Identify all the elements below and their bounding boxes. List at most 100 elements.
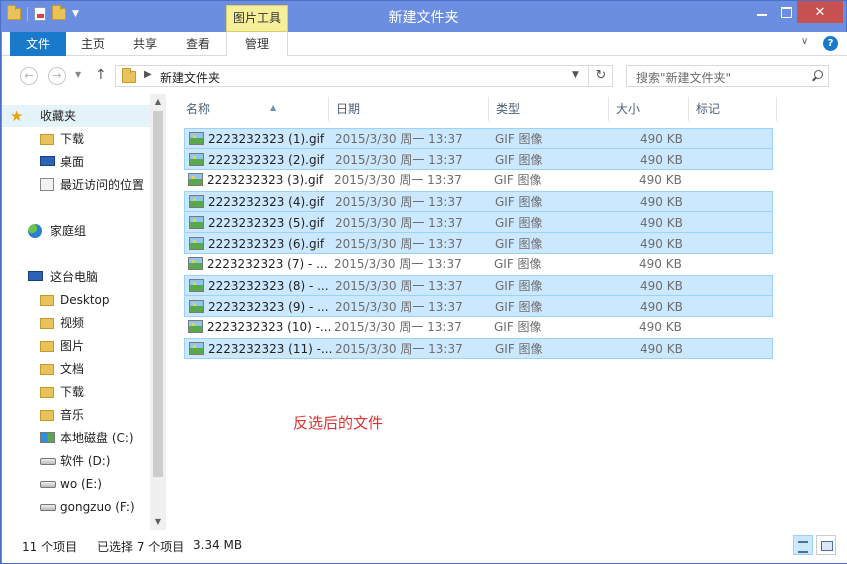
table-row[interactable]: 2223232323 (4).gif 2015/3/30 周一 13:37 GIF … xyxy=(184,191,773,212)
maximize-button[interactable] xyxy=(775,1,797,23)
expand-ribbon-chevron-icon[interactable]: ∨ xyxy=(801,36,808,47)
tab-manage[interactable]: 管理 xyxy=(226,32,288,57)
table-row[interactable]: 2223232323 (3).gif 2015/3/30 周一 13:37 GIF … xyxy=(184,170,773,191)
tab-view[interactable]: 查看 xyxy=(172,32,224,56)
drive-icon xyxy=(40,504,56,511)
file-date: 2015/3/30 周一 13:37 xyxy=(335,300,463,314)
table-row[interactable]: 2223232323 (9) - ... 2015/3/30 周一 13:37 GI… xyxy=(184,296,773,317)
column-header-size[interactable]: 大小 xyxy=(616,97,686,121)
sidebar-item[interactable]: gongzuo (F:) xyxy=(2,496,150,518)
column-header-tags[interactable]: 标记 xyxy=(696,97,774,121)
folder-icon xyxy=(40,295,54,306)
computer-icon xyxy=(28,271,43,281)
table-row[interactable]: 2223232323 (5).gif 2015/3/30 周一 13:37 GIF … xyxy=(184,212,773,233)
large-icons-view-button[interactable] xyxy=(816,535,836,555)
window-title: 新建文件夹 xyxy=(1,7,846,27)
file-name: 2223232323 (1).gif xyxy=(208,132,325,146)
sidebar-item[interactable]: 这台电脑 xyxy=(2,266,150,288)
table-row[interactable]: 2223232323 (7) - ... 2015/3/30 周一 13:37 GI… xyxy=(184,254,773,275)
sidebar-item[interactable]: 视频 xyxy=(2,312,150,334)
gif-image-icon xyxy=(189,300,204,313)
column-divider[interactable] xyxy=(328,97,329,121)
column-header-type[interactable]: 类型 xyxy=(496,97,606,121)
search-box[interactable]: 搜索"新建文件夹" xyxy=(626,65,829,87)
forward-button[interactable]: → xyxy=(48,67,66,85)
file-type: GIF 图像 xyxy=(495,342,543,356)
file-date: 2015/3/30 周一 13:37 xyxy=(334,320,462,334)
file-date: 2015/3/30 周一 13:37 xyxy=(335,237,463,251)
table-row[interactable]: 2223232323 (2).gif 2015/3/30 周一 13:37 GIF … xyxy=(184,149,773,170)
file-size: 490 KB xyxy=(639,320,682,334)
file-date: 2015/3/30 周一 13:37 xyxy=(335,153,463,167)
column-divider[interactable] xyxy=(776,97,777,121)
sidebar-item[interactable]: 文档 xyxy=(2,358,150,380)
sidebar-item[interactable]: 家庭组 xyxy=(2,220,150,242)
navigation-pane: ★ 收藏夹 下载 桌面 最近访问的位置 家庭组 这台电脑 Desktop 视频 图片 文档 下载 音乐本… xyxy=(2,94,150,530)
sidebar-item[interactable]: 桌面 xyxy=(2,151,150,173)
tab-file[interactable]: 文件 xyxy=(10,32,66,56)
file-date: 2015/3/30 周一 13:37 xyxy=(335,132,463,146)
gif-image-icon xyxy=(189,195,204,208)
sidebar-item[interactable]: 最近访问的位置 xyxy=(2,174,150,196)
tab-home[interactable]: 主页 xyxy=(68,32,118,56)
column-header-date[interactable]: 日期 xyxy=(336,97,486,121)
table-row[interactable]: 2223232323 (8) - ... 2015/3/30 周一 13:37 GI… xyxy=(184,275,773,296)
selection-count: 已选择 7 个项目 xyxy=(97,540,185,554)
sidebar-item-label: gongzuo (F:) xyxy=(60,500,135,514)
customize-toolbar-chevron-icon[interactable]: ▼ xyxy=(72,9,79,19)
star-icon: ★ xyxy=(10,107,24,125)
sidebar-item[interactable]: Desktop xyxy=(2,289,150,311)
scroll-up-arrow-icon[interactable]: ▲ xyxy=(150,94,166,110)
search-input[interactable]: 搜索"新建文件夹" xyxy=(636,69,731,86)
refresh-icon[interactable]: ↻ xyxy=(588,66,613,86)
address-history-chevron-icon[interactable]: ▼ xyxy=(572,70,579,80)
sidebar-item[interactable]: wo (E:) xyxy=(2,473,150,495)
file-type: GIF 图像 xyxy=(495,300,543,314)
sidebar-item[interactable]: 软件 (D:) xyxy=(2,450,150,472)
sidebar-item-label: 文档 xyxy=(60,362,85,376)
sidebar-item-label: 音乐 xyxy=(60,408,85,422)
sidebar-item[interactable]: 本地磁盘 (C:) xyxy=(2,427,150,449)
properties-icon[interactable] xyxy=(34,7,46,21)
search-icon[interactable] xyxy=(809,68,825,84)
folder-icon xyxy=(122,68,136,83)
help-icon[interactable]: ? xyxy=(823,36,838,51)
column-divider[interactable] xyxy=(608,97,609,121)
table-row[interactable]: 2223232323 (1).gif 2015/3/30 周一 13:37 GIF … xyxy=(184,128,773,149)
toolbar-separator xyxy=(27,7,28,21)
tab-share[interactable]: 共享 xyxy=(120,32,170,56)
gif-image-icon xyxy=(188,257,203,270)
details-view-button[interactable] xyxy=(793,535,813,555)
folder-icon[interactable] xyxy=(7,5,21,20)
up-arrow-icon[interactable]: ↑ xyxy=(95,67,107,83)
column-divider[interactable] xyxy=(488,97,489,121)
navigation-scrollbar[interactable]: ▲ ▼ xyxy=(150,94,166,530)
gif-image-icon xyxy=(188,173,203,186)
table-row[interactable]: 2223232323 (11) -... 2015/3/30 周一 13:37 GI… xyxy=(184,338,773,359)
table-row[interactable]: 2223232323 (6).gif 2015/3/30 周一 13:37 GIF … xyxy=(184,233,773,254)
sidebar-item[interactable]: 音乐 xyxy=(2,404,150,426)
address-bar[interactable]: ▶ 新建文件夹 ▼ ↻ xyxy=(115,65,613,87)
column-divider[interactable] xyxy=(688,97,689,121)
minimize-button[interactable] xyxy=(749,1,775,23)
sidebar-item[interactable]: 下载 xyxy=(2,128,150,150)
new-folder-icon[interactable] xyxy=(52,5,66,20)
sidebar-item[interactable]: 下载 xyxy=(2,381,150,403)
table-row[interactable]: 2223232323 (10) -... 2015/3/30 周一 13:37 GI… xyxy=(184,317,773,338)
scrollbar-thumb[interactable] xyxy=(153,111,163,477)
file-name: 2223232323 (8) - ... xyxy=(208,279,329,293)
breadcrumb[interactable]: 新建文件夹 xyxy=(160,69,220,86)
file-name: 2223232323 (5).gif xyxy=(208,216,325,230)
recent-locations-chevron-icon[interactable]: ▼ xyxy=(75,70,81,79)
close-button[interactable] xyxy=(797,1,843,23)
file-type: GIF 图像 xyxy=(495,132,543,146)
file-name: 2223232323 (2).gif xyxy=(208,153,325,167)
breadcrumb-chevron-icon[interactable]: ▶ xyxy=(144,69,152,80)
sidebar-item[interactable]: 图片 xyxy=(2,335,150,357)
back-button[interactable]: ← xyxy=(20,67,38,85)
title-bar[interactable]: ▼ 图片工具 新建文件夹 xyxy=(1,1,846,32)
column-header-name[interactable]: 名称 ▲ xyxy=(186,97,326,121)
sidebar-item[interactable]: ★ 收藏夹 xyxy=(2,105,150,127)
scroll-down-arrow-icon[interactable]: ▼ xyxy=(150,514,166,530)
ribbon: 文件 主页 共享 查看 管理 ∨ ? xyxy=(2,32,847,57)
